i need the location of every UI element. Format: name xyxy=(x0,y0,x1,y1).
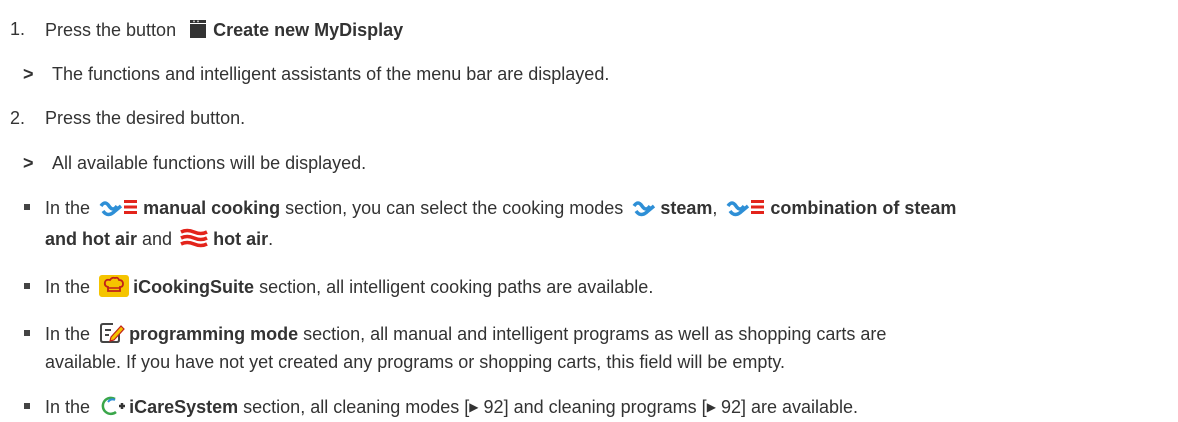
cleaning-programs-page-link[interactable]: 92 xyxy=(721,397,741,417)
text-in-the: In the xyxy=(45,397,91,417)
bullet-square xyxy=(24,204,30,210)
mode-steam: steam xyxy=(660,198,713,218)
text-mid: section, you can select the cooking mode… xyxy=(285,198,624,218)
text-in-the: In the xyxy=(45,324,91,344)
bullet-square xyxy=(24,283,30,289)
bullet-text: In the iCareSystem section, all cleaning… xyxy=(45,395,858,422)
page-ref-arrow-icon: ▶ xyxy=(706,400,716,414)
text-and: and xyxy=(142,229,173,249)
steam-hot-air-combo-icon xyxy=(726,196,766,223)
comma: , xyxy=(712,198,718,218)
step-text: Press the desired button. xyxy=(45,108,246,128)
cleaning-modes-page-link[interactable]: 92 xyxy=(484,397,504,417)
bullet-square xyxy=(24,330,30,336)
icare-cycle-icon xyxy=(99,395,126,422)
steam-icon xyxy=(632,196,656,223)
bullet-square xyxy=(24,403,30,409)
bullet-text: and hot air and hot air. xyxy=(45,227,273,254)
step-number: 1. xyxy=(10,19,26,39)
section-manual-cooking: manual cooking xyxy=(143,198,281,218)
steam-hot-air-combo-icon xyxy=(99,196,139,223)
hot-air-icon xyxy=(179,227,209,254)
period: . xyxy=(268,229,274,249)
text-in-the: In the xyxy=(45,198,91,218)
bullet-text: In the iCookingSuite section, all intell… xyxy=(45,275,653,302)
text-post: section, all intelligent cooking paths a… xyxy=(259,277,654,297)
section-icookingsuite: iCookingSuite xyxy=(133,277,255,297)
mode-hot-air: hot air xyxy=(213,229,269,249)
step-number: 2. xyxy=(10,108,26,128)
create-mydisplay-button-label: Create new MyDisplay xyxy=(213,20,404,40)
text-post: section, all manual and intelligent prog… xyxy=(303,324,887,344)
page-ref-arrow-icon: ▶ xyxy=(469,400,479,414)
text-end: ] are available. xyxy=(740,397,859,417)
display-icon xyxy=(187,18,209,45)
mode-combination: combination of steam xyxy=(770,198,957,218)
text-in-the: In the xyxy=(45,277,91,297)
result-marker: > xyxy=(23,153,34,173)
text-mid2: ] and cleaning programs [ xyxy=(503,397,707,417)
bullet-text-line2: available. If you have not yet created a… xyxy=(45,352,786,372)
step-text-prefix: Press the button xyxy=(45,20,177,40)
step-text: Press the button Create new MyDisplay xyxy=(45,18,403,45)
bullet-text: In the programming mode section, all man… xyxy=(45,322,886,349)
text-mid: section, all cleaning modes [ xyxy=(243,397,470,417)
bullet-text: In the manual cooking section, you can s… xyxy=(45,196,956,223)
result-text: All available functions will be displaye… xyxy=(52,153,367,173)
section-programming-mode: programming mode xyxy=(129,324,299,344)
mode-combination-cont: and hot air xyxy=(45,229,138,249)
chef-hat-icon xyxy=(99,275,130,302)
section-icaresystem: iCareSystem xyxy=(129,397,239,417)
result-text: The functions and intelligent assistants… xyxy=(52,64,610,84)
edit-program-icon xyxy=(99,322,125,349)
result-marker: > xyxy=(23,64,34,84)
